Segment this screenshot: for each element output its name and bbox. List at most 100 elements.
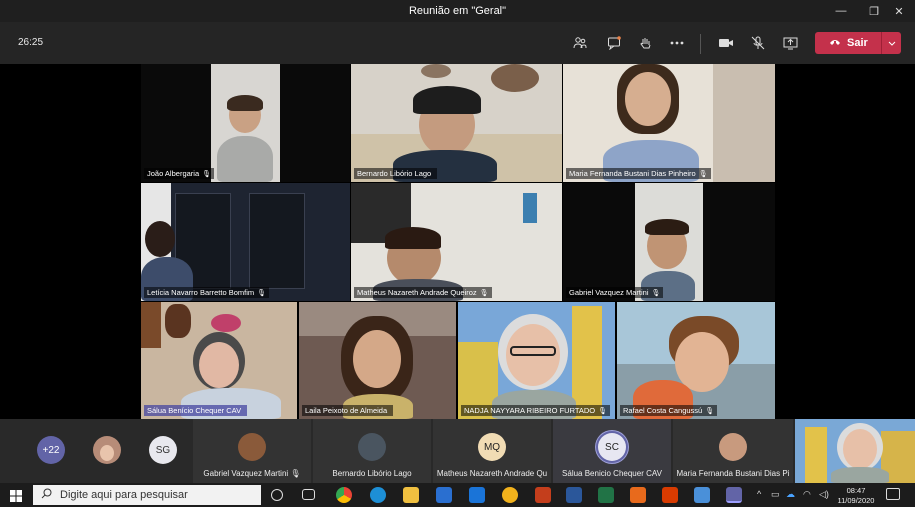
- self-body: [831, 467, 889, 483]
- wall-decor: [491, 64, 539, 92]
- tile-name-label: Gabriel Vazquez Martini 🎙: [566, 287, 664, 298]
- clock-date: 11/09/2020: [837, 496, 875, 505]
- tile-name-label: Maria Fernanda Bustani Dias Pinheiro 🎙: [566, 168, 711, 179]
- video-feed: [713, 64, 775, 182]
- tray-chevron-icon[interactable]: ^: [757, 489, 761, 499]
- participant-hair: [227, 95, 263, 111]
- video-tile[interactable]: NADJA NAYYARA RIBEIRO FURTADO 🎙: [458, 302, 615, 419]
- chrome-canary-icon[interactable]: [502, 487, 518, 503]
- tile-name-label: Laila Peixoto de Almeida: [302, 405, 394, 416]
- onedrive-tray-icon[interactable]: ☁: [786, 489, 795, 500]
- video-tile[interactable]: Sálua Benício Chequer CAV: [141, 302, 297, 419]
- video-grid: João Albergaria 🎙 Bernardo Libório Lago M…: [0, 64, 915, 419]
- glasses: [510, 346, 556, 356]
- task-view-icon[interactable]: [302, 489, 315, 500]
- phone-hangup-icon: [829, 37, 841, 49]
- toolbar-divider: [700, 34, 701, 54]
- taskbar-search-box[interactable]: Digite aqui para pesquisar: [33, 485, 261, 505]
- window-title: Reunião em "Geral": [408, 5, 507, 17]
- camera-icon[interactable]: [715, 32, 737, 54]
- participant-head: [199, 342, 239, 388]
- avatar[interactable]: [93, 436, 121, 464]
- avatar: MQ: [478, 433, 506, 461]
- tile-name-label: Letícia Navarro Barretto Bomfim 🎙: [144, 287, 270, 298]
- tile-name-label: Bernardo Libório Lago: [354, 168, 438, 179]
- participant-head: [145, 221, 175, 257]
- door: [249, 193, 305, 289]
- wall-poster: [523, 193, 537, 223]
- meeting-timer: 26:25: [18, 37, 44, 48]
- search-placeholder: Digite aqui para pesquisar: [60, 489, 188, 501]
- edge-icon[interactable]: [370, 487, 386, 503]
- participant-hair: [645, 219, 689, 235]
- participant-card[interactable]: Maria Fernanda Bustani Dias Pi: [673, 419, 793, 483]
- cortana-icon[interactable]: [271, 489, 283, 501]
- video-tile[interactable]: Letícia Navarro Barretto Bomfim 🎙: [141, 183, 350, 301]
- avatar: [719, 433, 747, 461]
- raise-hand-icon[interactable]: [635, 32, 657, 54]
- video-tile[interactable]: Laila Peixoto de Almeida: [299, 302, 456, 419]
- volume-tray-icon[interactable]: ◁): [819, 489, 829, 500]
- participant-card-name: Gabriel Vazquez Martini 🎙: [203, 469, 301, 478]
- participant-card[interactable]: SC Sálua Benicio Chequer CAV: [553, 419, 671, 483]
- church-tower: [572, 306, 602, 419]
- teams-icon[interactable]: [726, 487, 742, 503]
- participant-hair: [385, 227, 441, 249]
- avatar: [238, 433, 266, 461]
- notifications-icon[interactable]: [886, 488, 900, 500]
- search-icon: [41, 488, 52, 502]
- wifi-tray-icon[interactable]: ◠: [803, 489, 811, 500]
- excel-icon[interactable]: [598, 487, 614, 503]
- more-icon[interactable]: [666, 32, 688, 54]
- chat-icon[interactable]: [603, 32, 625, 54]
- participant-card-name: Sálua Benicio Chequer CAV: [562, 469, 662, 478]
- word-icon[interactable]: [566, 487, 582, 503]
- file-explorer-icon[interactable]: [403, 487, 419, 503]
- video-tile[interactable]: Maria Fernanda Bustani Dias Pinheiro 🎙: [563, 64, 775, 182]
- avatar[interactable]: SG: [149, 436, 177, 464]
- minimize-button[interactable]: —: [825, 0, 857, 22]
- self-head: [843, 429, 877, 469]
- participant-card[interactable]: Bernardo Libório Lago: [313, 419, 431, 483]
- self-preview[interactable]: [795, 419, 915, 483]
- video-tile[interactable]: Matheus Nazareth Andrade Queiroz 🎙: [351, 183, 562, 301]
- leave-label: Sair: [847, 37, 868, 49]
- mic-off-icon[interactable]: [747, 32, 769, 54]
- tile-name-label: NADJA NAYYARA RIBEIRO FURTADO 🎙: [461, 405, 611, 416]
- network-tray-icon[interactable]: ▭: [771, 489, 780, 500]
- mail-icon[interactable]: [469, 487, 485, 503]
- participant-strip: +22 SG Gabriel Vazquez Martini 🎙 Bernard…: [0, 419, 915, 483]
- video-tile[interactable]: Bernardo Libório Lago: [351, 64, 562, 182]
- tile-name-label: João Albergaria 🎙: [144, 168, 215, 179]
- remote-desktop-icon[interactable]: [694, 487, 710, 503]
- avatar: [358, 433, 386, 461]
- windows-taskbar: Digite aqui para pesquisar ^ ▭ ☁ ◠ ◁) 08…: [0, 483, 915, 507]
- share-screen-icon[interactable]: [779, 32, 801, 54]
- participants-icon[interactable]: [569, 32, 591, 54]
- wall-decor: [421, 64, 451, 78]
- video-tile[interactable]: Rafael Costa Cangussú 🎙: [617, 302, 775, 419]
- avatar-face: [100, 445, 114, 461]
- windows-start-icon[interactable]: [10, 489, 22, 502]
- chrome-icon[interactable]: [336, 487, 352, 503]
- app-icon[interactable]: [630, 487, 646, 503]
- participant-body: [217, 136, 273, 182]
- video-tile[interactable]: Gabriel Vazquez Martini 🎙: [563, 183, 775, 301]
- chevron-down-icon[interactable]: [881, 32, 901, 54]
- participant-card[interactable]: MQ Matheus Nazareth Andrade Qu: [433, 419, 551, 483]
- tile-name-label: Matheus Nazareth Andrade Queiroz 🎙: [354, 287, 492, 298]
- flowers: [211, 314, 241, 332]
- wall-painting: [165, 304, 191, 338]
- powerpoint-icon[interactable]: [535, 487, 551, 503]
- close-window-button[interactable]: ✕: [883, 0, 915, 22]
- office-icon[interactable]: [662, 487, 678, 503]
- participant-card[interactable]: Gabriel Vazquez Martini 🎙: [193, 419, 311, 483]
- leave-button[interactable]: Sair: [815, 32, 901, 54]
- participant-head: [353, 330, 401, 388]
- tile-name-label: Rafael Costa Cangussú 🎙: [620, 405, 718, 416]
- store-icon[interactable]: [436, 487, 452, 503]
- video-tile[interactable]: João Albergaria 🎙: [141, 64, 350, 182]
- taskbar-clock[interactable]: 08:47 11/09/2020: [836, 486, 876, 506]
- window-titlebar: Reunião em "Geral" — ❐ ✕: [0, 0, 915, 22]
- overflow-count-badge[interactable]: +22: [37, 436, 65, 464]
